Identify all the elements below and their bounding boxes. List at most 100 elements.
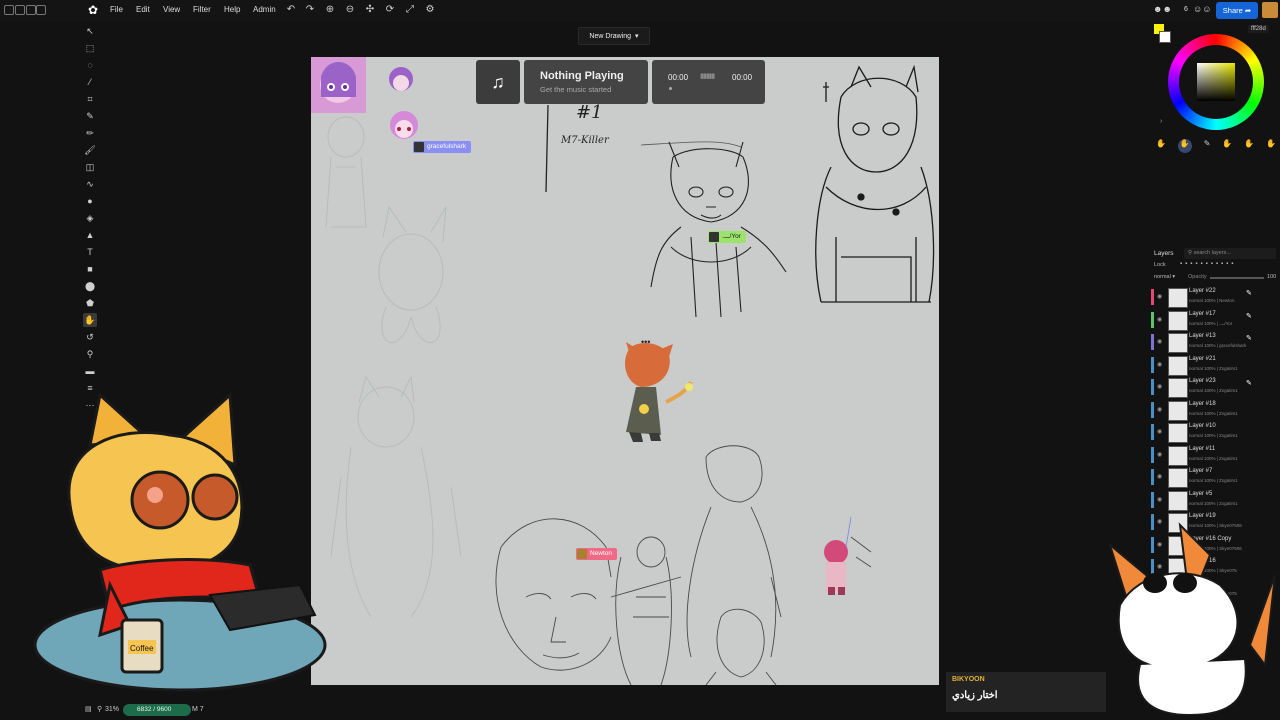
window-button[interactable] (15, 5, 25, 15)
zoom-in-icon[interactable]: ⊕ (323, 4, 337, 15)
eye-icon[interactable]: ◉ (1157, 473, 1162, 480)
layer-row[interactable]: ◉ Layer #10 normal 100% | Zxgatim1 (1150, 421, 1280, 443)
hex-label[interactable]: fff28d (1248, 25, 1269, 33)
menu-help[interactable]: Help (224, 5, 240, 14)
share-button[interactable]: Share ➦ (1216, 2, 1258, 19)
fill-icon[interactable]: ◈ (83, 211, 97, 225)
blend-mode-select[interactable]: normal ▾ (1154, 274, 1175, 280)
eye-icon[interactable]: ◉ (1157, 406, 1162, 413)
hand-icon[interactable]: ✋ (83, 313, 97, 327)
eye-icon[interactable]: ◉ (1157, 293, 1162, 300)
brush-preset-icon[interactable]: ✋ (1266, 139, 1276, 153)
undo-icon[interactable]: ↶ (284, 4, 298, 15)
rect-select-icon[interactable]: ⬚ (83, 41, 97, 55)
brush-preset-icon[interactable]: ✋ (1156, 139, 1166, 153)
layer-row[interactable]: ◉ Layer #18 normal 100% | Zxgatim1 (1150, 399, 1280, 421)
eye-icon[interactable]: ◉ (1157, 338, 1162, 345)
crop-icon[interactable]: ⌗ (83, 92, 97, 106)
shape-rect-icon[interactable]: ■ (83, 262, 97, 276)
layer-row[interactable]: ◉ Layer #22 normal 100% | Newton ✎ (1150, 286, 1280, 308)
eye-icon[interactable]: ◉ (1157, 316, 1162, 323)
canvas-number-text: #1 (576, 102, 603, 123)
canvas-artwork: ••• (311, 57, 935, 685)
svg-text:Coffee: Coffee (130, 644, 154, 653)
drawing-canvas[interactable]: ••• #1 M7-Killer gracefulshark .ـــ/Yor … (311, 57, 939, 685)
layer-search-input[interactable]: ⚲ search layers... (1184, 248, 1276, 259)
move-tool-icon[interactable]: ↖ (83, 24, 97, 38)
brush-preset-icon[interactable]: ✎ (1204, 139, 1211, 153)
pencil-icon[interactable]: ✏ (83, 126, 97, 140)
zoom-level[interactable]: 31% (105, 706, 119, 713)
eraser-icon[interactable]: ◫ (83, 160, 97, 174)
lock-label: Lock (1154, 262, 1166, 268)
eye-icon[interactable]: ◉ (1157, 383, 1162, 390)
seek-handle[interactable] (669, 87, 672, 90)
window-button[interactable] (4, 5, 14, 15)
window-button[interactable] (26, 5, 36, 15)
layer-row[interactable]: ◉ Layer #23 normal 100% | Zxgatim1 ✎ (1150, 376, 1280, 398)
layer-row[interactable]: ◉ Layer #7 normal 100% | Zxgatim1 (1150, 466, 1280, 488)
fit-icon[interactable]: ✣ (363, 4, 377, 15)
blur-icon[interactable]: ● (83, 194, 97, 208)
redo-icon[interactable]: ↷ (303, 4, 317, 15)
eye-icon[interactable]: ◉ (1157, 496, 1162, 503)
eye-icon[interactable]: ◉ (1157, 428, 1162, 435)
layer-row[interactable]: ◉ Layer #13 normal 100% | gracefulshark ✎ (1150, 331, 1280, 353)
shape-poly-icon[interactable]: ⬟ (83, 296, 97, 310)
app-logo-icon[interactable]: ✿ (88, 3, 98, 17)
fullscreen-icon[interactable]: ⤢ (403, 4, 417, 15)
layer-row[interactable]: ◉ Layer #17 normal 100% | .ـــ/Yor ✎ (1150, 309, 1280, 331)
brush-preset-icon[interactable]: ✋ (1222, 139, 1232, 153)
gradient-icon[interactable]: ▲ (83, 228, 97, 242)
menu-filter[interactable]: Filter (193, 5, 211, 14)
zoom-tool-icon[interactable]: ⚲ (83, 347, 97, 361)
layer-action-icons[interactable]: ▪▪▪▪▪▪▪▪▪▪▪ (1180, 261, 1236, 267)
magic-wand-icon[interactable]: ⁄ (83, 75, 97, 89)
color-wheel[interactable] (1168, 34, 1264, 130)
layer-name: Layer #23 (1189, 378, 1216, 384)
window-button[interactable] (36, 5, 46, 15)
lasso-icon[interactable]: ◌ (83, 58, 97, 72)
brush-icon[interactable]: 🖌 (83, 143, 97, 157)
eye-icon[interactable]: ◉ (1157, 361, 1162, 368)
layer-owner-color (1151, 379, 1154, 395)
music-total-time: 00:00 (732, 73, 753, 82)
settings-icon[interactable]: ⚙ (423, 4, 437, 15)
layer-row[interactable]: ◉ Layer #11 normal 100% | Zxgatim1 (1150, 444, 1280, 466)
brush-preset-icon[interactable]: ✋ (1244, 139, 1254, 153)
user-avatar[interactable] (1262, 2, 1278, 18)
avatars-icon[interactable]: ☺☺ (1193, 4, 1211, 14)
canvas-signature-text: M7-Killer (561, 135, 609, 146)
smudge-icon[interactable]: ∿ (83, 177, 97, 191)
layer-info: normal 100% | Zxgatim1 (1189, 433, 1238, 438)
layout-icon[interactable]: ▤ (85, 705, 92, 713)
menu-edit[interactable]: Edit (136, 5, 150, 14)
zoom-out-icon[interactable]: ⊖ (343, 4, 357, 15)
status-bar: ▤ ⚲ 31% 6832 / 9600 M 7 (85, 704, 215, 718)
chat-message: BIKYOON اختار زيادي (946, 672, 1106, 712)
users-icon[interactable]: ☻☻ (1153, 4, 1172, 14)
music-info: Nothing Playing Get the music started (524, 60, 648, 104)
rotate-view-icon[interactable]: ↺ (83, 330, 97, 344)
secondary-color-swatch[interactable] (1159, 31, 1171, 43)
layer-row[interactable]: ◉ Layer #21 normal 100% | Zxgatim1 (1150, 354, 1280, 376)
drawing-select[interactable]: New Drawing ▾ (578, 27, 650, 45)
online-count: 6 (1184, 6, 1188, 13)
rotate-icon[interactable]: ⟳ (383, 4, 397, 15)
opacity-slider[interactable] (1210, 277, 1264, 279)
shape-circle-icon[interactable]: ⬤ (83, 279, 97, 293)
music-note-icon[interactable]: ♫ (476, 60, 520, 104)
text-icon[interactable]: T (83, 245, 97, 259)
music-progress: 00:00 ▮▮▮▮▮ 00:00 (652, 60, 765, 104)
menu-admin[interactable]: Admin (253, 5, 276, 14)
brush-preset-icon[interactable]: ✋ (1177, 139, 1192, 153)
eyedropper-icon[interactable]: ✎ (83, 109, 97, 123)
saturation-value-square[interactable] (1197, 63, 1235, 101)
menu-view[interactable]: View (163, 5, 180, 14)
comment-icon[interactable]: ▬ (83, 364, 97, 378)
menu-file[interactable]: File (110, 5, 123, 14)
cursor-tag-label: gracefulshark (427, 143, 467, 150)
layer-row[interactable]: ◉ Layer #5 normal 100% | Zxgatim1 (1150, 489, 1280, 511)
eye-icon[interactable]: ◉ (1157, 451, 1162, 458)
expand-chevron-icon[interactable]: › (1160, 118, 1162, 125)
